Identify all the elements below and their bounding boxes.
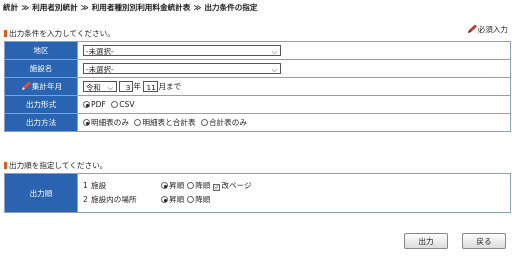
order-row-1-name: 施設 <box>91 181 107 190</box>
facility-select[interactable]: -未選択- ⌵ <box>83 63 281 74</box>
order-row-2-asc-option[interactable]: 昇順 <box>161 195 184 204</box>
order-row-1: 1 施設 昇順 降順 ✓ 改ページ <box>83 179 510 193</box>
order-row-1-asc-label: 昇順 <box>169 181 185 190</box>
breadcrumb-item-user-stats[interactable]: 利用者別統計 <box>32 3 78 12</box>
radio-total-only[interactable] <box>200 119 208 126</box>
facility-select-value: -未選択- <box>86 65 114 74</box>
format-csv-option[interactable]: CSV <box>111 100 135 109</box>
section-title-text: 出力条件を入力してください。 <box>9 29 115 38</box>
chevron-down-icon: ⌵ <box>271 66 277 74</box>
order-row-2-name: 施設内の場所 <box>91 195 137 204</box>
radio-row-2-desc[interactable] <box>187 196 195 203</box>
order-row-1-desc-option[interactable]: 降順 <box>187 181 210 190</box>
output-button[interactable]: 出力 <box>404 233 448 249</box>
row-period: 集計年月 令和 ⌵ 3年 11 月まで <box>4 77 511 96</box>
order-row-1-asc-option[interactable]: 昇順 <box>161 181 184 190</box>
required-note: 必須入力 <box>466 24 508 35</box>
format-label: 出力形式 <box>4 95 78 114</box>
method-label: 出力方法 <box>4 113 78 132</box>
radio-detail-only[interactable] <box>83 119 90 126</box>
row-format: 出力形式 PDF CSV <box>4 95 511 114</box>
section-title-order: 出力順を指定してください。 <box>4 160 107 171</box>
method-detail-only-label: 明細表のみ <box>91 118 129 127</box>
facility-label: 施設名 <box>4 59 78 78</box>
order-row-1-pagebreak-label: 改ページ <box>221 181 252 190</box>
region-select-value: -未選択- <box>86 47 114 56</box>
radio-row-2-asc[interactable] <box>161 196 168 203</box>
order-row-1-number: 1 <box>83 181 88 190</box>
checkbox-pagebreak[interactable]: ✓ <box>213 184 221 191</box>
breadcrumb-item-statistics[interactable]: 統計 <box>3 3 18 12</box>
era-select[interactable]: 令和 ⌵ <box>83 81 117 93</box>
row-facility: 施設名 -未選択- ⌵ <box>4 59 511 78</box>
month-input[interactable]: 11 <box>143 81 159 93</box>
method-detail-and-total-option[interactable]: 明細表と合計表 <box>134 118 196 127</box>
breadcrumb-item-current: 出力条件の指定 <box>204 3 258 12</box>
order-table: 出力順 1 施設 昇順 降順 ✓ 改ページ 2 施設内の場所 昇順 降順 <box>4 173 511 213</box>
breadcrumb-item-fee-stats[interactable]: 利用者種別別利用料金統計表 <box>92 3 191 12</box>
breadcrumb-separator: ≫ <box>80 3 89 12</box>
order-row-1-pagebreak-option[interactable]: ✓ 改ページ <box>213 181 252 191</box>
method-total-only-label: 合計表のみ <box>208 118 247 127</box>
period-label-text: 集計年月 <box>31 82 63 91</box>
required-note-text: 必須入力 <box>477 25 508 34</box>
radio-detail-and-total[interactable] <box>134 119 142 126</box>
section-mark-icon <box>4 30 7 37</box>
order-label: 出力順 <box>4 173 78 213</box>
chevron-down-icon: ⌵ <box>271 48 277 56</box>
format-csv-label: CSV <box>119 100 135 109</box>
method-detail-and-total-label: 明細表と合計表 <box>142 118 196 127</box>
row-method: 出力方法 明細表のみ 明細表と合計表 合計表のみ <box>4 113 511 132</box>
breadcrumb-separator: ≫ <box>21 3 30 12</box>
order-row-2-desc-option[interactable]: 降順 <box>187 195 210 204</box>
format-pdf-option[interactable]: PDF <box>83 100 106 109</box>
section-mark-icon <box>4 162 7 169</box>
section-title-conditions: 出力条件を入力してください。 <box>4 28 115 39</box>
order-row-2-desc-label: 降順 <box>195 195 211 204</box>
conditions-table: 地区 -未選択- ⌵ 施設名 -未選択- ⌵ 集計年月 令和 ⌵ 3年 11 月まで <box>4 41 511 132</box>
radio-row-1-asc[interactable] <box>161 182 168 189</box>
method-total-only-option[interactable]: 合計表のみ <box>200 118 247 127</box>
era-select-value: 令和 <box>86 83 101 93</box>
radio-csv[interactable] <box>111 101 119 108</box>
order-row-2-number: 2 <box>83 195 88 204</box>
breadcrumb-separator: ≫ <box>193 3 202 12</box>
chevron-down-icon: ⌵ <box>107 84 113 93</box>
pencil-required-icon <box>466 24 478 34</box>
order-row-1-desc-label: 降順 <box>195 181 211 190</box>
row-region: 地区 -未選択- ⌵ <box>4 41 511 60</box>
order-row-2-asc-label: 昇順 <box>169 195 185 204</box>
back-button[interactable]: 戻る <box>462 233 506 249</box>
method-detail-only-option[interactable]: 明細表のみ <box>83 118 129 127</box>
region-select[interactable]: -未選択- ⌵ <box>83 45 281 56</box>
year-unit: 年 <box>133 81 142 91</box>
month-suffix: 月まで <box>158 81 182 91</box>
year-input[interactable]: 3 <box>119 81 134 93</box>
order-row-2: 2 施設内の場所 昇順 降順 <box>83 193 510 207</box>
pencil-required-icon <box>20 81 32 91</box>
format-pdf-label: PDF <box>91 100 106 109</box>
radio-row-1-desc[interactable] <box>187 182 195 189</box>
breadcrumb: 統計 ≫ 利用者別統計 ≫ 利用者種別別利用料金統計表 ≫ 出力条件の指定 <box>3 2 257 13</box>
region-label: 地区 <box>4 41 78 60</box>
row-order: 出力順 1 施設 昇順 降順 ✓ 改ページ 2 施設内の場所 昇順 降順 <box>4 173 511 213</box>
radio-pdf[interactable] <box>83 101 90 108</box>
section-title-order-text: 出力順を指定してください。 <box>9 161 108 170</box>
period-label: 集計年月 <box>4 77 78 96</box>
